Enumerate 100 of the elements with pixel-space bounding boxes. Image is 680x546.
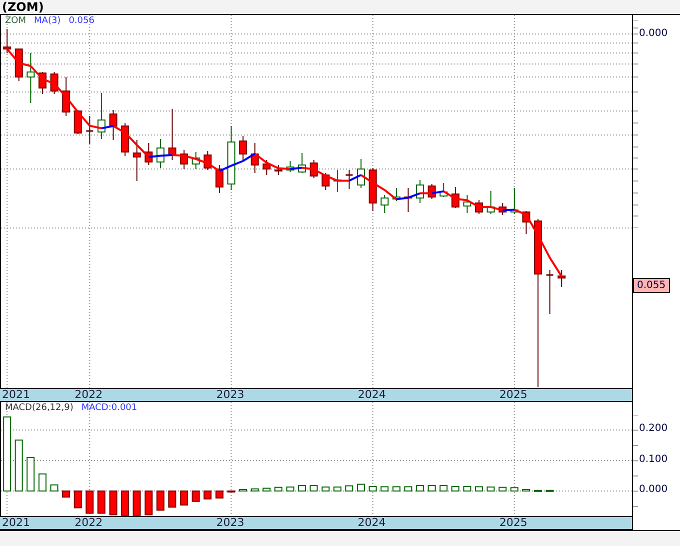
histogram-bar <box>298 485 306 492</box>
axis-label: 0.200 <box>639 422 668 436</box>
histogram-bar <box>345 485 354 492</box>
year-label: 2021 <box>2 516 30 529</box>
histogram-bar <box>274 486 282 492</box>
candlestick <box>286 160 294 172</box>
candlestick <box>262 160 271 176</box>
candlestick <box>416 180 424 204</box>
histogram-bar <box>322 486 330 492</box>
histogram-bar <box>368 486 377 492</box>
candlestick <box>215 164 224 194</box>
histogram-bar <box>286 486 294 492</box>
indicator-value: MACD:0.001 <box>81 403 138 414</box>
candlestick <box>26 52 35 104</box>
candlestick <box>486 190 495 214</box>
candlestick <box>322 172 330 190</box>
histogram-bar <box>486 486 495 492</box>
histogram-bar <box>121 490 130 516</box>
candlestick <box>440 182 448 198</box>
candlestick <box>132 140 141 182</box>
histogram-bar <box>14 440 23 492</box>
axis-label: 0.000 <box>639 483 668 497</box>
candlestick <box>74 110 82 134</box>
histogram-bar <box>310 485 318 492</box>
histogram-bar <box>144 490 153 516</box>
year-label: 2023 <box>216 388 244 401</box>
histogram-bar <box>522 488 530 492</box>
candlestick <box>368 168 377 212</box>
histogram-bar <box>26 456 35 492</box>
candlestick <box>558 270 566 288</box>
candlestick <box>3 28 12 54</box>
histogram-bar <box>262 488 271 492</box>
axis-label: 0.000 <box>639 27 668 41</box>
candlestick <box>428 184 436 200</box>
histogram-bar <box>498 486 507 492</box>
candlestick <box>121 122 130 156</box>
candlestick <box>404 188 412 212</box>
histogram-bar <box>510 487 518 492</box>
year-label: 2025 <box>499 516 528 529</box>
candlestick <box>310 160 318 178</box>
candlestick <box>346 170 353 190</box>
year-label: 2023 <box>216 516 244 529</box>
candlestick <box>227 126 236 190</box>
candlestick <box>357 158 366 188</box>
candlestick <box>451 186 460 208</box>
year-label: 2025 <box>499 388 528 401</box>
candlestick <box>204 150 212 170</box>
histogram-bar <box>132 490 141 516</box>
year-label: 2024 <box>358 516 386 529</box>
candlestick <box>97 92 106 140</box>
year-label: 2022 <box>74 516 103 529</box>
histogram-bar <box>333 486 342 492</box>
candlestick <box>498 202 507 216</box>
histogram-bar <box>86 490 94 514</box>
histogram-bar <box>192 490 200 502</box>
candlestick <box>522 210 530 234</box>
candlestick <box>392 188 400 202</box>
candlestick <box>14 48 23 82</box>
candlestick <box>144 142 153 166</box>
candlestick <box>546 270 554 314</box>
histogram-bar <box>180 490 188 506</box>
histogram-bar <box>428 485 436 492</box>
histogram-bar <box>404 486 412 492</box>
candlestick <box>250 142 259 174</box>
histogram-bar <box>156 490 164 511</box>
chart-title: (ZOM) <box>1 0 45 14</box>
last-price-tag: 0.055 <box>633 278 670 293</box>
histogram-bar <box>534 490 542 492</box>
histogram-bar <box>204 490 212 500</box>
histogram-bar <box>416 485 424 492</box>
histogram-bar <box>474 486 483 492</box>
symbol-label: ZOM <box>5 16 26 27</box>
indicator-value: 0.056 <box>68 16 94 27</box>
histogram-bar <box>463 486 472 492</box>
histogram-bar <box>440 485 448 492</box>
indicator-label: MACD(26,12,9) <box>5 403 74 414</box>
indicator-label: MA(3) <box>34 16 61 27</box>
histogram-bar <box>62 490 70 498</box>
year-label: 2021 <box>2 388 30 401</box>
year-label: 2024 <box>358 388 386 401</box>
candlestick <box>86 116 94 144</box>
candlestick <box>62 76 70 116</box>
histogram-bar <box>38 473 46 492</box>
candlestick <box>168 108 176 160</box>
histogram-bar <box>74 490 82 508</box>
candlestick <box>109 110 118 140</box>
candlestick <box>156 138 164 168</box>
histogram-bar <box>451 486 460 492</box>
candlestick <box>239 136 248 160</box>
histogram-bar <box>50 484 58 492</box>
axis-label: 0.100 <box>639 452 668 467</box>
candlestick <box>475 200 483 214</box>
histogram-bar <box>168 490 176 508</box>
histogram-bar <box>380 486 389 492</box>
histogram-bar <box>97 490 106 514</box>
candlestick <box>298 152 306 174</box>
candlestick <box>192 152 200 170</box>
histogram-bar <box>238 488 247 492</box>
histogram-bar <box>215 490 224 499</box>
candlestick <box>510 188 518 214</box>
